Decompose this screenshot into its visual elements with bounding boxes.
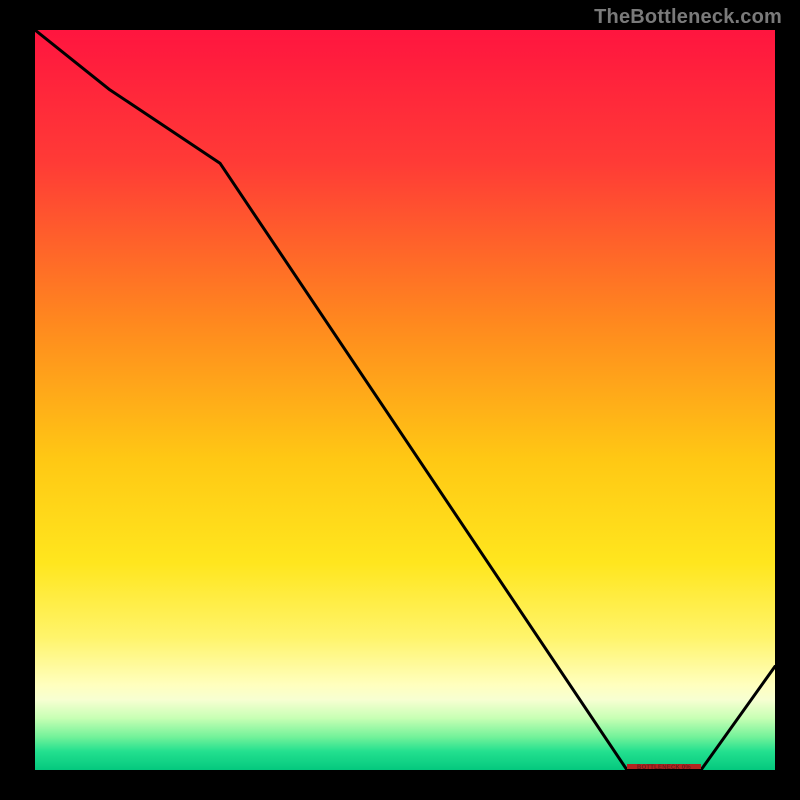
- watermark-text: TheBottleneck.com: [594, 6, 782, 29]
- chart-frame: TheBottleneck.com BOTTLENECK 0%: [0, 0, 800, 800]
- bottleneck-zero-label: BOTTLENECK 0%: [637, 765, 691, 770]
- plot-svg: BOTTLENECK 0%: [35, 30, 775, 770]
- plot-area: BOTTLENECK 0%: [35, 30, 775, 770]
- gradient-background: [35, 30, 775, 770]
